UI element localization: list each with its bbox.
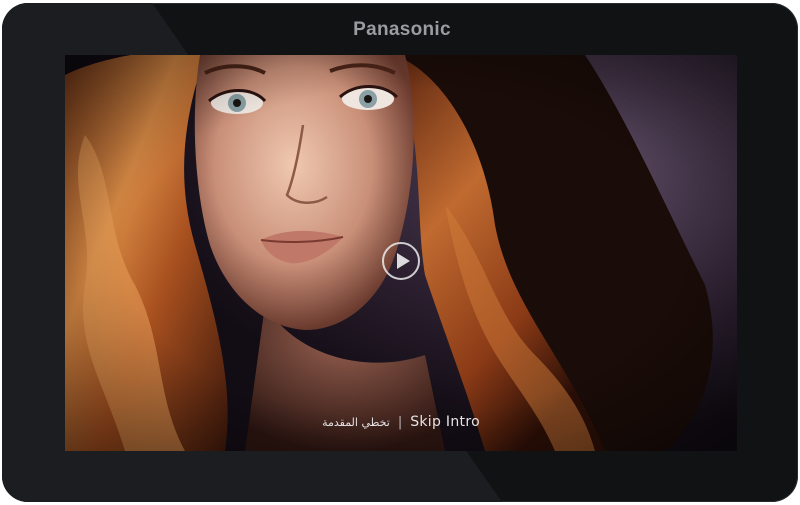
skip-intro-separator: | xyxy=(397,414,403,430)
video-screen[interactable]: تخطي المقدمة | Skip Intro xyxy=(65,55,737,451)
play-button[interactable] xyxy=(382,242,420,280)
brand-logo: Panasonic xyxy=(353,19,451,40)
tablet-device: Panasonic تخطي المقدمة | Skip Intro xyxy=(2,3,798,502)
skip-intro-button[interactable]: تخطي المقدمة | Skip Intro xyxy=(65,411,737,433)
skip-intro-label: Skip Intro xyxy=(410,414,480,430)
play-icon xyxy=(397,253,410,269)
skip-intro-label-arabic: تخطي المقدمة xyxy=(322,415,390,429)
